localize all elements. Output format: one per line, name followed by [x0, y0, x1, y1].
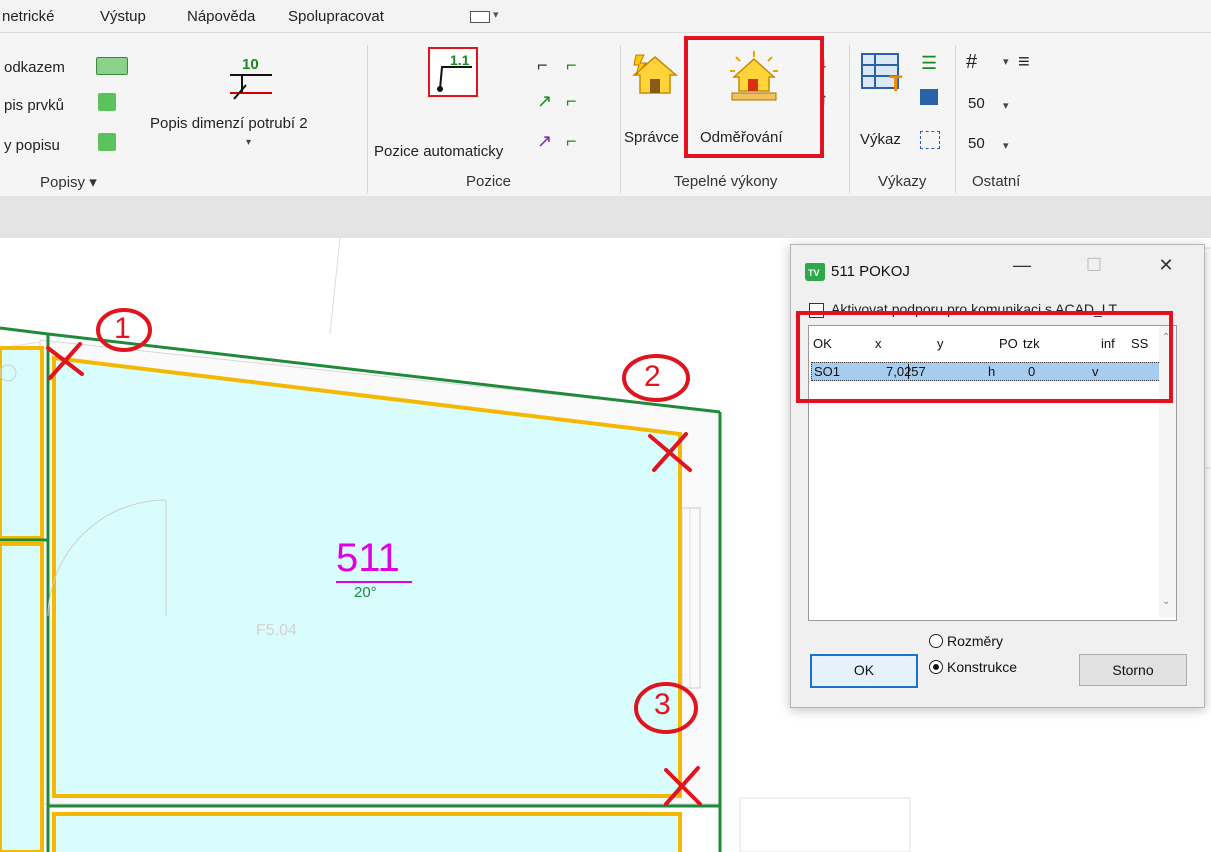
highlight-box-odmerovani [684, 36, 824, 158]
ribbon-display-toggle[interactable] [470, 11, 490, 23]
cancel-button[interactable]: Storno [1079, 654, 1187, 686]
position-tool-icon[interactable]: ⌐ [566, 91, 577, 112]
position-tool-icon[interactable]: ↗ [537, 91, 552, 112]
popisy-group-label[interactable]: Popisy ▾ [40, 173, 97, 191]
spravce-label: Správce [624, 129, 680, 146]
edit-label-icon[interactable] [98, 133, 116, 151]
room-code: F5.04 [256, 622, 297, 639]
tepelne-group-label: Tepelné výkony [674, 173, 778, 190]
marker-2-label: 2 [644, 360, 661, 393]
highlight-box-grid [796, 311, 1173, 403]
position-tool-icon[interactable]: ⌐ [537, 55, 548, 76]
list-icon[interactable]: ☰ [921, 53, 937, 74]
room-temperature: 20° [354, 584, 377, 601]
svg-text:T: T [889, 71, 903, 93]
ribbon-lower-band [0, 196, 1211, 238]
grid-icon[interactable]: # [966, 51, 977, 74]
house-lightning-icon [632, 54, 678, 94]
menu-napoveda[interactable]: Nápověda [187, 8, 255, 25]
menu-spolupracovat[interactable]: Spolupracovat [288, 8, 384, 25]
remove-report-icon[interactable] [920, 131, 940, 149]
room-number[interactable]: 511 [336, 536, 400, 581]
pipe-dimension-icon-number: 10 [242, 56, 259, 73]
rozmery-radio[interactable] [929, 634, 943, 648]
lineweight-icon[interactable]: ≡ [1018, 51, 1030, 74]
marker-3-label: 3 [654, 688, 671, 721]
label-elements-icon[interactable] [98, 93, 116, 111]
room-number-underline [336, 581, 412, 583]
chevron-down-icon[interactable]: ▾ [493, 8, 499, 21]
position-auto-icon-number: 1.1 [450, 52, 470, 68]
ostatni-value-1[interactable]: 50 [968, 95, 985, 112]
pipe-dimension-label: Popis dimenzí potrubí 2 [150, 115, 308, 132]
rozmery-label: Rozměry [947, 633, 1004, 649]
add-report-icon[interactable] [920, 89, 938, 105]
ostatni-value-2[interactable]: 50 [968, 135, 985, 152]
separator [955, 45, 956, 193]
marker-1-label: 1 [114, 312, 131, 345]
report-table-icon: T [861, 53, 903, 93]
ribbon: netrické Výstup Nápověda Spolupracovat ▾… [0, 0, 1211, 238]
separator [620, 45, 621, 193]
menu-bar: netrické Výstup Nápověda Spolupracovat ▾ [0, 8, 1211, 32]
close-button[interactable]: ✕ [1151, 255, 1181, 276]
upravy-popisu-button[interactable]: y popisu [4, 137, 60, 154]
spravce-button[interactable]: Správce [624, 51, 688, 161]
vykazy-group-label: Výkazy [878, 173, 927, 190]
vykaz-button[interactable]: T Výkaz [857, 51, 917, 161]
pozice-automaticky-button[interactable]: 1.1 Pozice automaticky [372, 47, 532, 165]
dialog-title: 511 POKOJ [831, 263, 910, 280]
vykaz-label: Výkaz [860, 131, 901, 148]
position-tool-icon[interactable]: ⌐ [566, 55, 577, 76]
separator [367, 45, 368, 193]
position-tool-icon[interactable]: ⌐ [566, 131, 577, 152]
popis-odkazem-button[interactable]: odkazem [4, 59, 65, 76]
pozice-automaticky-label: Pozice automaticky [374, 143, 504, 160]
menu-netricke[interactable]: netrické [2, 8, 55, 25]
numbering-icon[interactable] [96, 57, 128, 75]
chevron-down-icon: ▾ [246, 137, 252, 148]
separator [849, 45, 850, 193]
pozice-group-label: Pozice [466, 173, 512, 190]
chevron-down-icon[interactable]: ▾ [1003, 55, 1009, 68]
ok-button[interactable]: OK [810, 654, 918, 688]
chevron-down-icon[interactable]: ⌄ [1162, 596, 1170, 607]
chevron-down-icon[interactable]: ▾ [1003, 139, 1009, 152]
position-auto-icon: 1.1 [428, 47, 478, 97]
konstrukce-radio[interactable] [929, 660, 943, 674]
popis-prvku-button[interactable]: pis prvků [4, 97, 64, 114]
app-badge-text: TV [808, 268, 820, 278]
maximize-button[interactable]: ☐ [1079, 255, 1109, 276]
position-tool-icon[interactable]: ↗ [537, 131, 552, 152]
ostatni-group-label: Ostatní [972, 173, 1021, 190]
menu-vystup[interactable]: Výstup [100, 8, 146, 25]
chevron-down-icon[interactable]: ▾ [1003, 99, 1009, 112]
minimize-button[interactable]: — [1007, 255, 1037, 276]
ribbon-panels: odkazem pis prvků y popisu 10 Popis dime… [0, 32, 1211, 197]
pipe-dimension-button[interactable]: 10 Popis dimenzí potrubí 2 ▾ [150, 53, 350, 165]
pipe-dimension-icon: 10 [230, 56, 272, 100]
konstrukce-label: Konstrukce [947, 659, 1018, 675]
